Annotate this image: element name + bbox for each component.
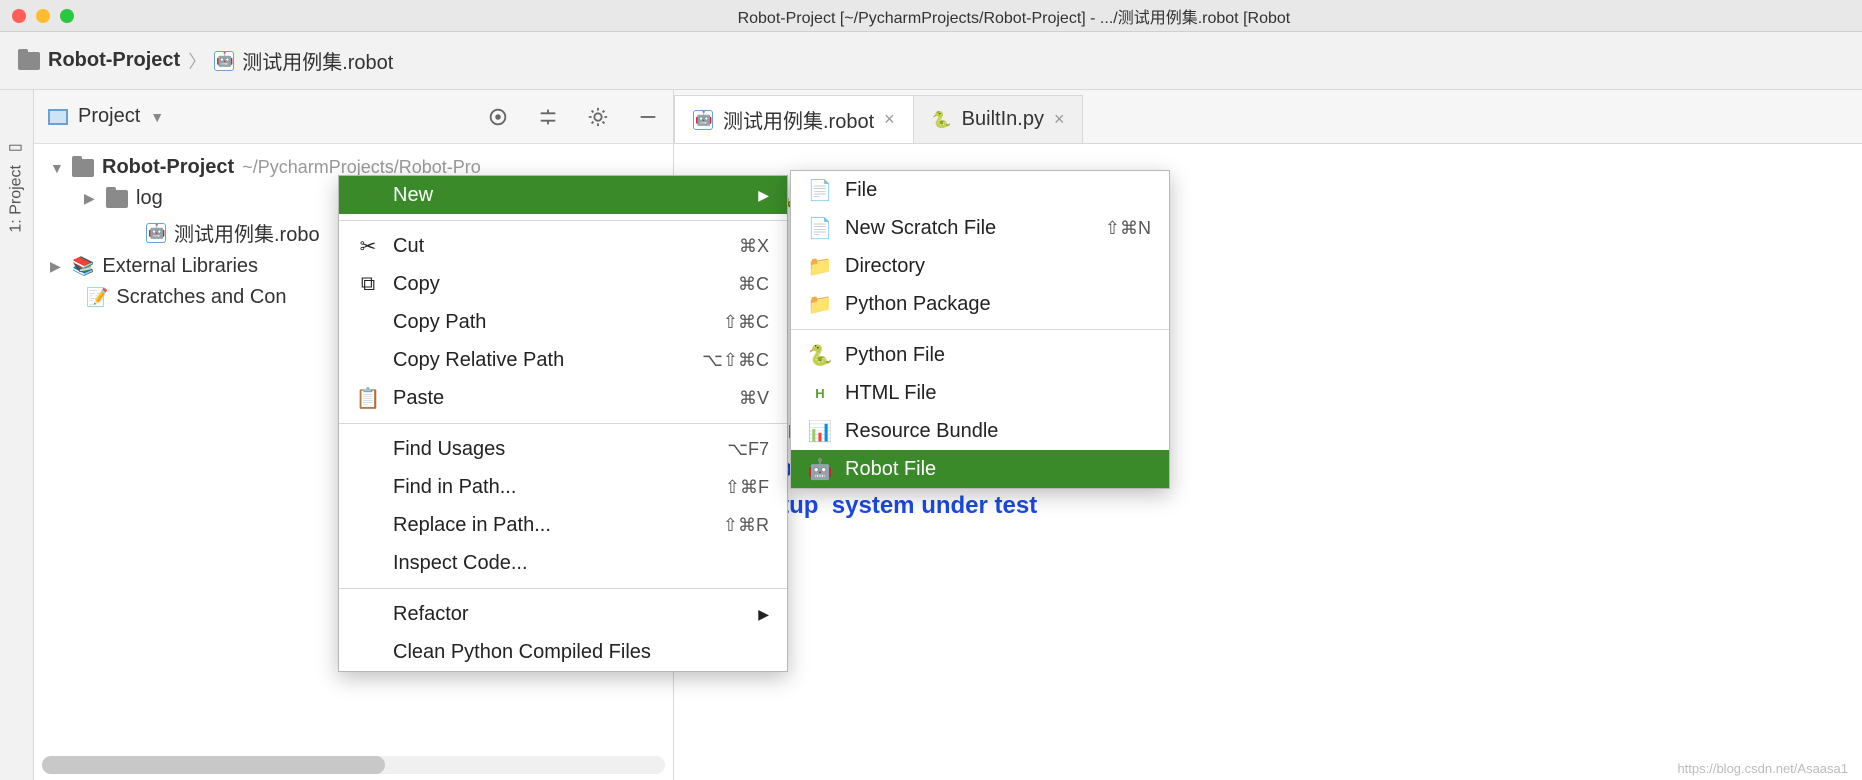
horizontal-scrollbar[interactable] [42, 756, 665, 774]
file-icon: 📄 [809, 178, 831, 203]
minimize-icon[interactable] [637, 106, 659, 128]
breadcrumb-file[interactable]: 测试用例集.robot [214, 46, 393, 75]
folder-icon: ▭ [7, 140, 26, 159]
editor-tabs: 测试用例集.robot × BuiltIn.py × [674, 90, 1862, 144]
breadcrumb: Robot-Project 〉 测试用例集.robot [0, 32, 1862, 90]
menu-separator [339, 588, 787, 589]
arrow-right-icon [84, 190, 98, 207]
breadcrumb-project-label: Robot-Project [48, 49, 180, 72]
breadcrumb-file-label: 测试用例集.robot [242, 46, 393, 75]
menu-copy-path[interactable]: Copy Path ⇧⌘C [339, 303, 787, 341]
python-icon: 🐍 [809, 343, 831, 368]
close-window-button[interactable] [12, 9, 26, 23]
context-menu: New ▶ ✂ Cut ⌘X ⧉ Copy ⌘C Copy Path ⇧⌘C C… [338, 175, 788, 672]
menu-separator [339, 423, 787, 424]
menu-separator [791, 329, 1169, 330]
tab-builtin-py[interactable]: BuiltIn.py × [913, 95, 1084, 143]
menu-refactor[interactable]: Refactor ▶ [339, 595, 787, 633]
project-panel-header: Project ▼ [34, 90, 673, 144]
submenu-file[interactable]: 📄 File [791, 171, 1169, 209]
folder-icon: 📁 [809, 254, 831, 279]
collapse-icon[interactable] [537, 106, 559, 128]
robot-icon [146, 223, 166, 243]
robot-icon [693, 110, 713, 130]
menu-paste[interactable]: 📋 Paste ⌘V [339, 379, 787, 417]
project-panel-tools [487, 106, 659, 128]
copy-icon: ⧉ [357, 273, 379, 296]
watermark: https://blog.csdn.net/Asaasa1 [1677, 761, 1848, 776]
menu-clean-pyc[interactable]: Clean Python Compiled Files [339, 633, 787, 671]
paste-icon: 📋 [357, 386, 379, 411]
gear-icon[interactable] [587, 106, 609, 128]
menu-find-usages[interactable]: Find Usages ⌥F7 [339, 430, 787, 468]
folder-icon [106, 190, 128, 208]
menu-cut[interactable]: ✂ Cut ⌘X [339, 227, 787, 265]
locate-icon[interactable] [487, 106, 509, 128]
submenu-directory[interactable]: 📁 Directory [791, 247, 1169, 285]
window-rect-icon [48, 109, 68, 125]
robot-icon: 🤖 [809, 457, 831, 482]
chevron-right-icon: ▶ [758, 187, 769, 204]
bundle-icon: 📊 [809, 419, 831, 444]
folder-icon [18, 52, 40, 70]
window-title: Robot-Project [~/PycharmProjects/Robot-P… [738, 4, 1291, 28]
context-submenu-new: 📄 File 📄 New Scratch File ⇧⌘N 📁 Director… [790, 170, 1170, 489]
python-icon [932, 110, 952, 130]
dropdown-icon: ▼ [150, 109, 164, 125]
html-icon: H [809, 386, 831, 401]
menu-separator [339, 220, 787, 221]
menu-inspect-code[interactable]: Inspect Code... [339, 544, 787, 582]
maximize-window-button[interactable] [60, 9, 74, 23]
breadcrumb-root[interactable]: Robot-Project [18, 49, 180, 72]
submenu-resource-bundle[interactable]: 📊 Resource Bundle [791, 412, 1169, 450]
project-rail-tab[interactable]: 1: Project ▭ [7, 140, 26, 233]
minimize-window-button[interactable] [36, 9, 50, 23]
titlebar: Robot-Project [~/PycharmProjects/Robot-P… [0, 0, 1862, 32]
arrow-right-icon [50, 258, 64, 275]
folder-icon [72, 159, 94, 177]
robot-icon [214, 51, 234, 71]
breadcrumb-separator: 〉 [188, 48, 206, 74]
libraries-icon: 📚 [72, 256, 94, 277]
scissors-icon: ✂ [357, 234, 379, 259]
left-rail: 1: Project ▭ [0, 90, 34, 780]
menu-replace-in-path[interactable]: Replace in Path... ⇧⌘R [339, 506, 787, 544]
menu-find-in-path[interactable]: Find in Path... ⇧⌘F [339, 468, 787, 506]
close-icon[interactable]: × [884, 109, 895, 130]
menu-new[interactable]: New ▶ [339, 176, 787, 214]
submenu-robot-file[interactable]: 🤖 Robot File [791, 450, 1169, 488]
traffic-lights [0, 9, 74, 23]
tab-robot-file[interactable]: 测试用例集.robot × [674, 95, 914, 143]
submenu-python-file[interactable]: 🐍 Python File [791, 336, 1169, 374]
file-icon: 📄 [809, 216, 831, 241]
submenu-scratch-file[interactable]: 📄 New Scratch File ⇧⌘N [791, 209, 1169, 247]
close-icon[interactable]: × [1054, 109, 1065, 130]
menu-copy[interactable]: ⧉ Copy ⌘C [339, 265, 787, 303]
scratch-icon: 📝 [86, 287, 108, 308]
project-panel-title[interactable]: Project ▼ [48, 105, 164, 128]
arrow-down-icon [50, 160, 64, 176]
submenu-python-package[interactable]: 📁 Python Package [791, 285, 1169, 323]
folder-icon: 📁 [809, 292, 831, 317]
submenu-html-file[interactable]: H HTML File [791, 374, 1169, 412]
menu-copy-relative-path[interactable]: Copy Relative Path ⌥⇧⌘C [339, 341, 787, 379]
chevron-right-icon: ▶ [758, 606, 769, 623]
